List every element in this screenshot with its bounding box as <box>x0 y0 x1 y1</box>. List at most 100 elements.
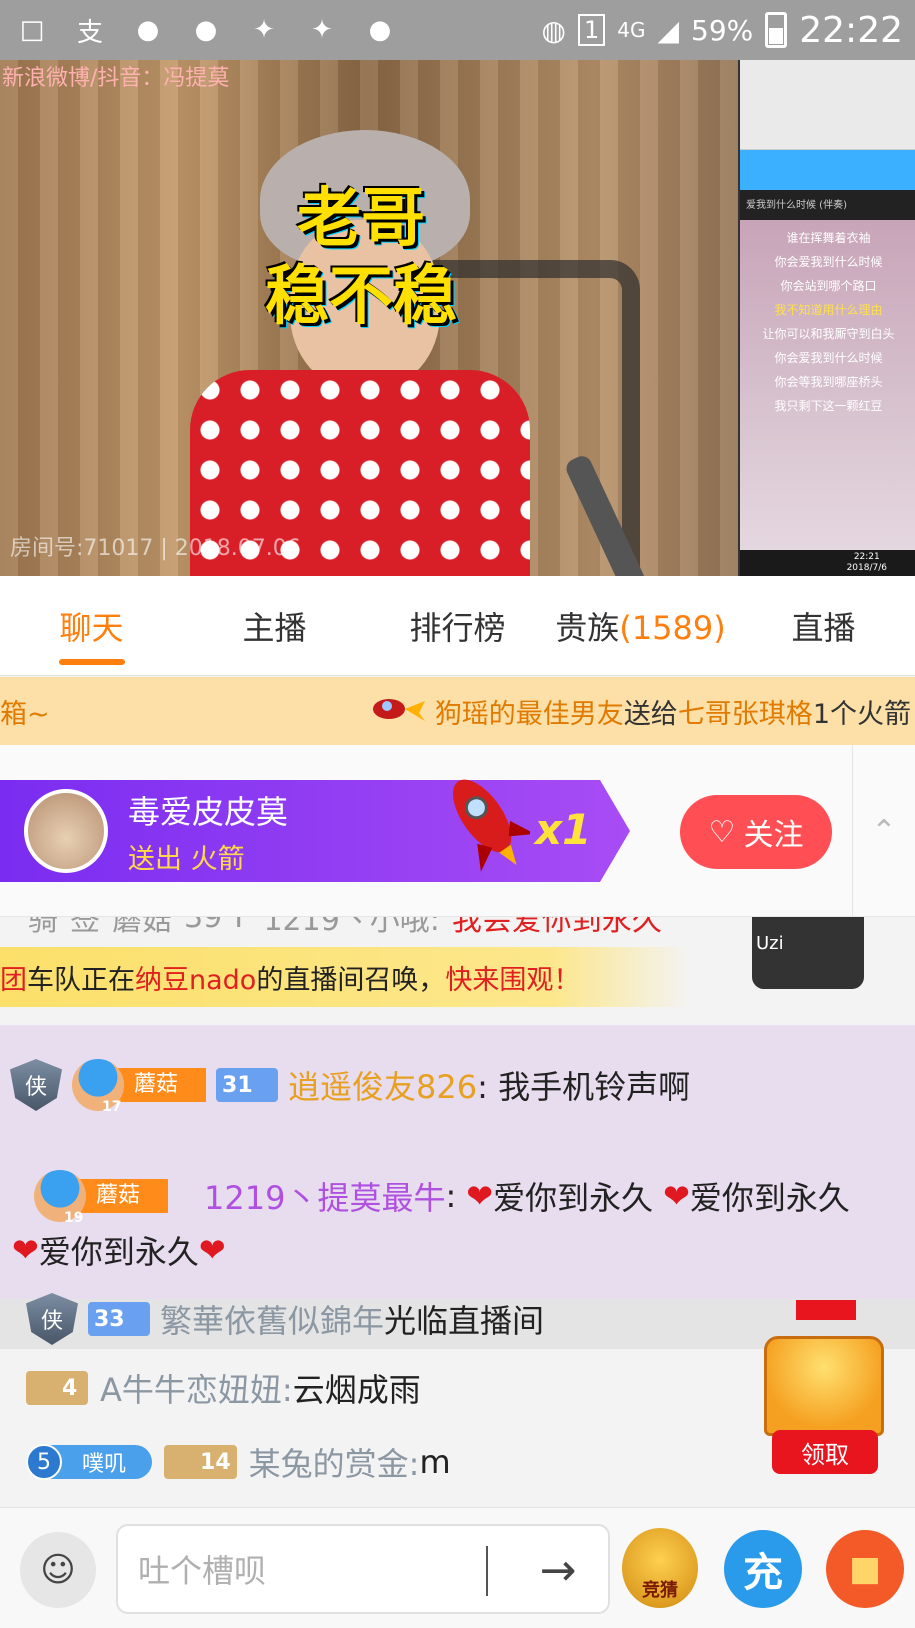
marquee-receiver[interactable]: 七哥张琪格 <box>678 692 813 731</box>
chat-input[interactable] <box>138 1546 478 1596</box>
message-text: : 我手机铃声啊 <box>477 1068 691 1106</box>
pip-clock-time: 22:21 <box>853 552 880 562</box>
tab-chat[interactable]: 聊天 <box>0 576 183 675</box>
network-type: 4G <box>617 18 646 42</box>
uzi-thumbnail[interactable]: Uzi <box>752 917 864 989</box>
message-user[interactable]: 繁華依舊似錦年 <box>160 1296 384 1342</box>
mushroom-level: 19 <box>64 1210 84 1226</box>
wechat-icon-2: ● <box>194 15 218 45</box>
claim-button[interactable]: 领取 <box>772 1430 878 1474</box>
notice-text-1: 车队正在 <box>27 964 135 996</box>
chevron-up-icon[interactable]: ⌃ <box>852 745 915 917</box>
tab-label: 主播 <box>242 608 307 647</box>
wifi-icon: ◍ <box>541 13 566 47</box>
notification-icons: □ 支 ● ● ✦ ✦ ● <box>12 14 400 48</box>
nobility-count: (1589) <box>619 608 726 647</box>
level-badge: 39 <box>184 917 223 935</box>
tab-bar: 聊天 主播 排行榜 贵族(1589) 直播 <box>0 576 915 676</box>
guard-badge: 侠 <box>10 1059 62 1111</box>
marquee-sender[interactable]: 狗瑶的最佳男友 <box>435 692 624 731</box>
gift-icon[interactable]: ■ <box>826 1530 904 1608</box>
gift-action: 送出 火箭 <box>128 844 245 875</box>
battery-percent: 59% <box>691 13 754 47</box>
notice-text-2: 的直播间召唤， <box>256 964 446 996</box>
message-user[interactable]: 某兔的赏金: <box>249 1439 420 1485</box>
arrow-right-icon[interactable]: → <box>518 1538 598 1602</box>
gift-banner-row: 毒爱皮皮莫 送出 火箭 x1 ♡ 关注 ⌃ <box>0 745 915 917</box>
knight-badge: 骑 <box>28 917 58 937</box>
message-user[interactable]: 1219丶小哦: <box>263 917 439 937</box>
guess-label: 竞猜 <box>642 1580 678 1601</box>
sticker-line-1: 老哥 <box>297 182 425 256</box>
heart-plus-icon: ♡ <box>708 814 736 850</box>
tab-live[interactable]: 直播 <box>732 576 915 675</box>
join-message: 侠 33 繁華依舊似錦年 光临直播间 <box>26 1293 544 1345</box>
pip-browser <box>740 60 915 150</box>
pip-clock-date: 2018/7/6 <box>846 563 887 573</box>
message-user[interactable]: A牛牛恋妞妞: <box>100 1365 293 1411</box>
message-text: 我会爱你到永久 <box>451 917 662 937</box>
message-text: 光临直播间 <box>384 1302 545 1340</box>
gift-sender-avatar[interactable] <box>24 789 108 873</box>
tab-label: 聊天 <box>59 608 124 647</box>
fan-level-badge: 31 <box>216 1068 279 1102</box>
pip-song: 爱我到什么时候 (伴奏) <box>746 200 847 211</box>
message-user[interactable]: 逍遥俊友826 <box>288 1062 477 1108</box>
message-text: 爱你到永久 <box>493 1179 654 1217</box>
fan-level-badge: 14 <box>164 1445 237 1479</box>
recharge-button[interactable]: 充 <box>724 1530 802 1608</box>
heart-icon: ❤ <box>198 1231 226 1269</box>
message-separator: : <box>445 1177 457 1215</box>
treasure-chest-icon <box>764 1336 884 1436</box>
message-text: 爱你到永久 <box>689 1179 850 1217</box>
alipay-icon: 支 <box>76 17 103 48</box>
clock: 22:22 <box>799 9 903 51</box>
notice-host[interactable]: 纳豆nado <box>135 958 256 997</box>
bird-icon: ✦ <box>253 15 275 45</box>
rocket-icon <box>440 765 535 875</box>
lyric-line-current: 我不知道用什么理由 <box>774 303 883 317</box>
mushroom-icon: 17 <box>72 1059 124 1115</box>
marquee-verb: 送给 <box>623 698 678 730</box>
follow-label: 关注 <box>743 818 804 853</box>
gift-sender-name: 毒爱皮皮莫 <box>128 793 289 831</box>
chat-message: 5 噗叽 14 某兔的赏金: m <box>26 1439 451 1485</box>
tab-ranking[interactable]: 排行榜 <box>366 576 549 675</box>
live-video[interactable]: 老哥 稳不稳 新浪微博/抖音：冯提莫 房间号:71017 | 2018.07.0… <box>0 60 915 576</box>
mushroom-badge: 19 蘑菇 <box>34 1170 169 1226</box>
face-icon[interactable]: ☺ <box>20 1532 96 1608</box>
treasure-chest[interactable]: 领取 <box>760 1336 890 1476</box>
marquee-gift: 1个火箭 <box>812 698 911 730</box>
signal-icon: ◢ <box>657 13 680 47</box>
puji-label: 噗叽 <box>82 1452 127 1477</box>
tab-label: 贵族 <box>555 608 620 647</box>
room-info: 房间号:71017 | 2018.07.06 <box>10 536 301 561</box>
follow-button[interactable]: ♡ 关注 <box>680 795 832 869</box>
tab-host[interactable]: 主播 <box>183 576 366 675</box>
mushroom-badge: 17 蘑菇 <box>72 1059 207 1115</box>
guess-button[interactable]: 竞猜 <box>622 1528 698 1608</box>
fan-level-badge: 33 <box>88 1302 150 1336</box>
message-icon: □ <box>19 15 45 45</box>
message-user[interactable]: 1219丶提莫最牛 <box>204 1173 445 1219</box>
mushroom-level: 17 <box>102 1099 122 1115</box>
recharge-label: 充 <box>743 1550 783 1596</box>
wechat-icon: ● <box>136 15 160 45</box>
lyric-line: 让你可以和我厮守到白头 <box>762 327 895 341</box>
tab-label: 直播 <box>791 608 856 647</box>
pip-banner <box>740 150 915 190</box>
message-text: m <box>419 1443 451 1481</box>
pip-desktop-capture: 爱我到什么时候 (伴奏) 电台 歌单 MV 直播 谁在挥舞着衣袖 你会爱我到什么… <box>738 60 915 576</box>
tab-nobility[interactable]: 贵族(1589) <box>549 576 732 675</box>
lyric-line: 你会爱我到什么时候 <box>774 255 883 269</box>
puji-level: 5 <box>26 1444 62 1480</box>
heart-icon: ❤ <box>12 1231 39 1269</box>
fan-badge: F <box>234 917 252 935</box>
notice-prefix: 团 <box>0 964 27 996</box>
app-root: □ 支 ● ● ✦ ✦ ● ◍ 1 4G ◢ 59% 22:22 老哥 稳不稳 … <box>0 0 915 1628</box>
fleet-notice[interactable]: 团 车队正在 纳豆nado 的直播间召唤， 快来围观！ <box>0 947 690 1007</box>
mushroom-badge: 蘑菇 <box>112 917 172 937</box>
chest-tag <box>796 1300 856 1320</box>
gift-marquee[interactable]: 箱~ 狗瑶的最佳男友 送给 七哥张琪格 1个火箭 <box>0 677 915 745</box>
battery-icon <box>765 12 788 48</box>
